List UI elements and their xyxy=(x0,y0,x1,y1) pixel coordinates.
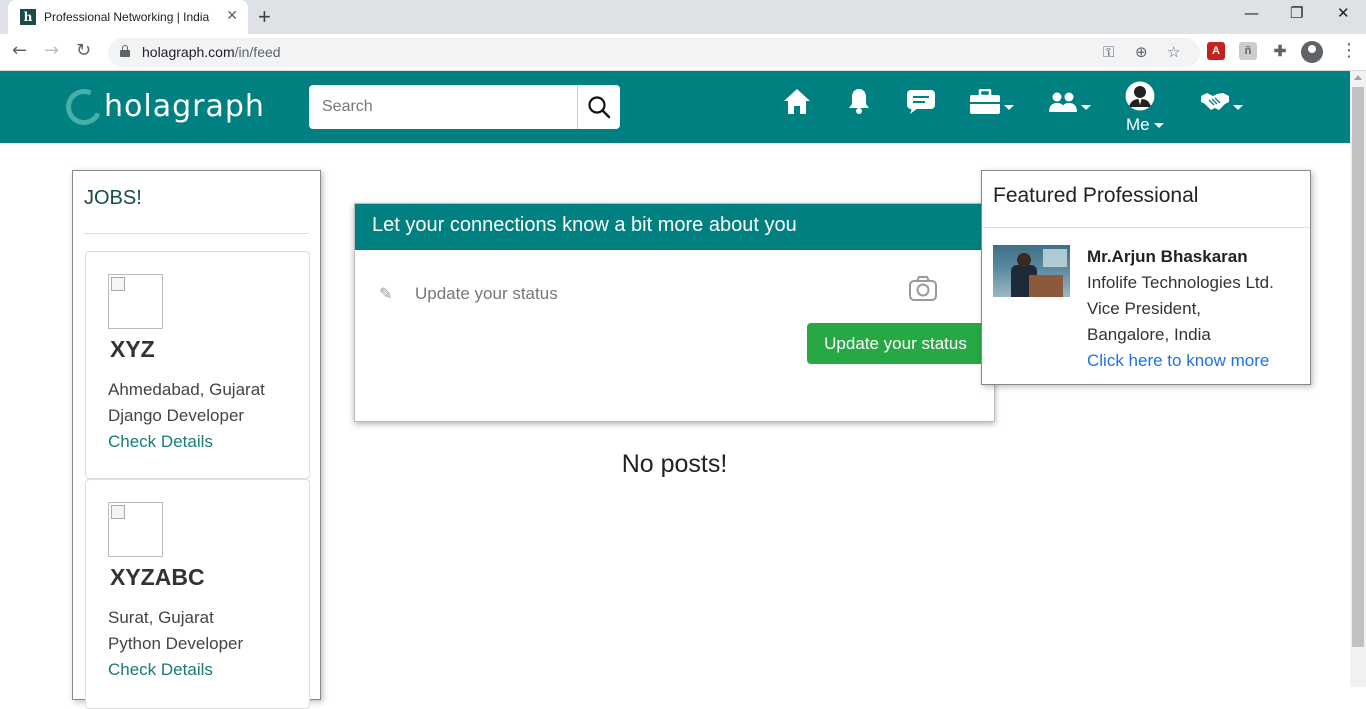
job-company-name: XYZ xyxy=(110,336,155,362)
back-arrow-icon[interactable]: ← xyxy=(12,40,27,61)
job-logo-broken-image xyxy=(108,274,163,329)
chat-icon[interactable] xyxy=(906,89,936,119)
zoom-icon[interactable]: ⊕ xyxy=(1135,43,1148,61)
reload-icon[interactable]: ↻ xyxy=(76,40,91,61)
job-card: XYZ Ahmedabad, Gujarat Django Developer … xyxy=(85,251,310,479)
briefcase-icon[interactable] xyxy=(969,88,1001,119)
know-more-link[interactable]: Click here to know more xyxy=(1087,351,1269,371)
status-card-header: Let your connections know a bit more abo… xyxy=(355,204,994,250)
briefcase-dropdown-caret-icon[interactable] xyxy=(1004,97,1014,116)
divider xyxy=(982,227,1310,228)
forward-arrow-icon[interactable]: → xyxy=(44,40,59,61)
job-role: Python Developer xyxy=(108,634,244,653)
featured-location: Bangalore, India xyxy=(1087,325,1211,344)
url-path: /in/feed xyxy=(234,44,281,60)
tab-title: Professional Networking | India C xyxy=(44,10,212,24)
restore-window-icon[interactable]: ❐ xyxy=(1290,4,1303,22)
pencil-icon: ✎ xyxy=(379,284,393,303)
divider xyxy=(84,233,309,234)
people-dropdown-caret-icon[interactable] xyxy=(1081,97,1091,116)
job-location: Ahmedabad, Gujarat xyxy=(108,380,265,399)
browser-tab-strip: h Professional Networking | India C ✕ + … xyxy=(0,0,1366,34)
status-card: Let your connections know a bit more abo… xyxy=(354,203,995,422)
extension-icon[interactable]: ñ xyxy=(1239,42,1257,60)
user-avatar-icon[interactable] xyxy=(1125,81,1155,115)
url-text: holagraph.com/in/feed xyxy=(142,44,281,60)
address-bar[interactable]: holagraph.com/in/feed ⚿ ⊕ ☆ xyxy=(108,38,1200,67)
featured-name: Mr.Arjun Bhaskaran xyxy=(1087,247,1248,266)
search-box xyxy=(309,85,620,129)
site-navbar: holagraph Me xyxy=(0,71,1350,143)
me-dropdown-caret-icon xyxy=(1154,123,1165,129)
pdf-extension-icon[interactable]: A xyxy=(1207,42,1225,60)
search-icon xyxy=(588,96,611,119)
check-details-link[interactable]: Check Details xyxy=(108,660,213,680)
browser-tab[interactable]: h Professional Networking | India C ✕ xyxy=(8,0,248,34)
camera-icon[interactable] xyxy=(908,274,938,306)
tab-close-icon[interactable]: ✕ xyxy=(226,8,238,24)
scroll-thumb[interactable] xyxy=(1352,87,1364,647)
job-location: Surat, Gujarat xyxy=(108,608,214,627)
job-role: Django Developer xyxy=(108,406,245,425)
search-button[interactable] xyxy=(577,85,620,129)
bell-icon[interactable] xyxy=(847,87,871,119)
check-details-link[interactable]: Check Details xyxy=(108,432,213,452)
me-label: Me xyxy=(1126,115,1150,134)
featured-title: Featured Professional xyxy=(993,184,1199,207)
job-card: XYZABC Surat, Gujarat Python Developer C… xyxy=(85,479,310,709)
status-card-title: Let your connections know a bit more abo… xyxy=(372,214,797,236)
bookmark-star-icon[interactable]: ☆ xyxy=(1167,43,1180,61)
featured-profile-photo xyxy=(993,245,1070,297)
people-icon[interactable] xyxy=(1048,90,1078,118)
handshake-icon[interactable] xyxy=(1200,90,1230,116)
handshake-dropdown-caret-icon[interactable] xyxy=(1233,97,1243,116)
minimize-window-icon[interactable]: — xyxy=(1244,4,1259,22)
menu-kebab-icon[interactable]: ⋮ xyxy=(1340,40,1358,61)
no-posts-message: No posts! xyxy=(621,450,728,478)
new-tab-button[interactable]: + xyxy=(258,4,271,30)
browser-toolbar: ← → ↻ holagraph.com/in/feed ⚿ ⊕ ☆ A ñ ✚ … xyxy=(0,34,1366,71)
site-favicon-icon: h xyxy=(20,9,36,25)
status-input[interactable] xyxy=(415,280,855,308)
jobs-panel: JOBS! XYZ Ahmedabad, Gujarat Django Deve… xyxy=(72,170,321,709)
update-status-button[interactable]: Update your status xyxy=(807,323,984,364)
logo-text[interactable]: holagraph xyxy=(104,89,265,124)
scroll-up-arrow-icon[interactable] xyxy=(1354,75,1362,80)
search-input[interactable] xyxy=(309,85,577,129)
page-scrollbar[interactable] xyxy=(1350,71,1366,687)
close-window-icon[interactable]: ✕ xyxy=(1337,4,1350,22)
me-menu[interactable]: Me xyxy=(1126,115,1165,135)
featured-company: Infolife Technologies Ltd. xyxy=(1087,273,1274,292)
featured-professional-panel: Featured Professional Mr.Arjun Bhaskaran… xyxy=(981,170,1311,385)
logo-mark-icon xyxy=(60,83,108,131)
puzzle-extensions-icon[interactable]: ✚ xyxy=(1271,42,1289,60)
job-logo-broken-image xyxy=(108,502,163,557)
lock-icon xyxy=(120,45,130,57)
featured-position: Vice President, xyxy=(1087,299,1202,318)
key-icon[interactable]: ⚿ xyxy=(1103,43,1114,61)
job-company-name: XYZABC xyxy=(110,564,205,590)
url-domain: holagraph.com xyxy=(142,44,235,60)
profile-avatar-icon[interactable] xyxy=(1301,41,1323,63)
jobs-title: JOBS! xyxy=(84,187,142,209)
home-icon[interactable] xyxy=(782,87,812,119)
